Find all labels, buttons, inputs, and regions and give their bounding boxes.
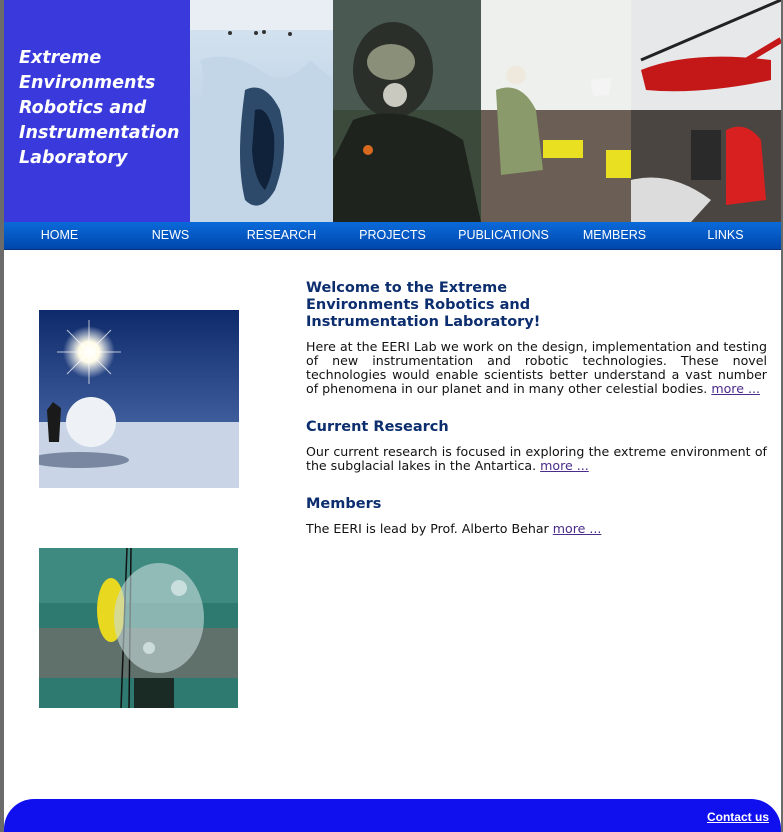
- nav-members[interactable]: MEMBERS: [559, 222, 670, 249]
- nav-links[interactable]: LINKS: [670, 222, 781, 249]
- welcome-text: Here at the EERI Lab we work on the desi…: [306, 339, 767, 396]
- helicopter-photo: [631, 0, 781, 222]
- glacier-crevasse-photo: [190, 0, 333, 222]
- header-banner: Extreme Environments Robotics and Instru…: [4, 0, 781, 222]
- diver-photo: [333, 0, 481, 222]
- welcome-heading: Welcome to the Extreme Environments Robo…: [306, 280, 541, 330]
- members-heading: Members: [306, 496, 382, 512]
- lab-title: Extreme Environments Robotics and Instru…: [19, 46, 189, 171]
- footer-bar: Contact us: [4, 799, 781, 832]
- welcome-more-link[interactable]: more ...: [711, 381, 760, 396]
- lab-title-line: Robotics and: [19, 98, 147, 118]
- current-research-paragraph: Our current research is focused in explo…: [306, 445, 767, 473]
- welcome-paragraph: Here at the EERI Lab we work on the desi…: [306, 340, 767, 396]
- members-more-link[interactable]: more ...: [553, 521, 602, 536]
- field-rover-photo: [481, 0, 631, 222]
- main-content: Welcome to the Extreme Environments Robo…: [306, 280, 767, 536]
- nav-projects[interactable]: PROJECTS: [337, 222, 448, 249]
- current-research-heading: Current Research: [306, 419, 449, 435]
- lab-title-line: Laboratory: [19, 148, 128, 168]
- page: Extreme Environments Robotics and Instru…: [4, 0, 781, 832]
- current-research-text: Our current research is focused in explo…: [306, 444, 767, 473]
- snow-sphere-photo: [39, 310, 239, 488]
- members-text: The EERI is lead by Prof. Alberto Behar: [306, 521, 549, 536]
- main-nav: HOME NEWS RESEARCH PROJECTS PUBLICATIONS…: [4, 222, 781, 250]
- nav-news[interactable]: NEWS: [115, 222, 226, 249]
- nav-publications[interactable]: PUBLICATIONS: [448, 222, 559, 249]
- lab-title-line: Extreme: [19, 48, 102, 68]
- lab-title-line: Instrumentation: [19, 123, 180, 143]
- nav-research[interactable]: RESEARCH: [226, 222, 337, 249]
- research-more-link[interactable]: more ...: [540, 458, 589, 473]
- nav-home[interactable]: HOME: [4, 222, 115, 249]
- underwater-test-photo: [39, 548, 238, 708]
- contact-us-link[interactable]: Contact us: [707, 810, 769, 824]
- lab-title-line: Environments: [19, 73, 156, 93]
- members-paragraph: The EERI is lead by Prof. Alberto Behar …: [306, 522, 767, 536]
